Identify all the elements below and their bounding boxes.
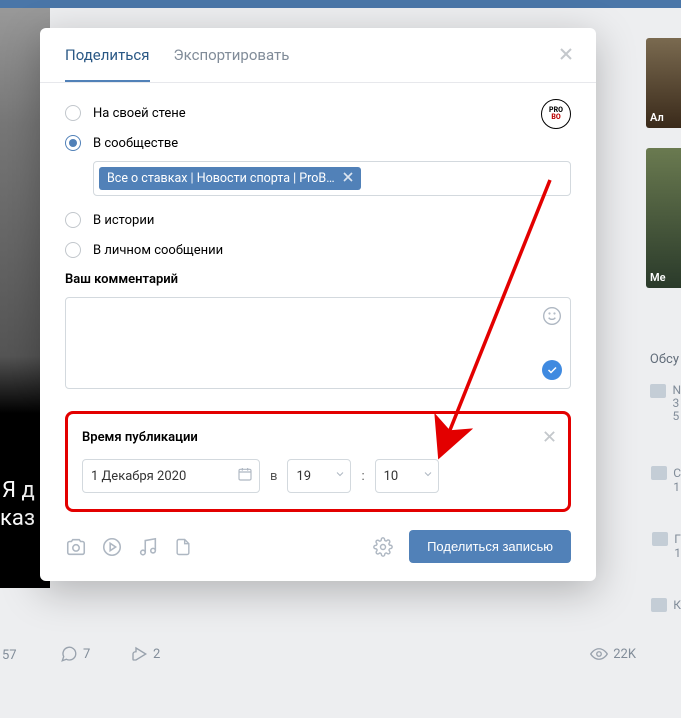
discussions-label: Обсу xyxy=(650,352,679,367)
video-icon[interactable] xyxy=(101,536,123,558)
schedule-row: 1 Декабря 2020 в 19 : 10 xyxy=(82,459,554,493)
tab-export[interactable]: Экспортировать xyxy=(174,46,290,82)
chip-remove-icon[interactable] xyxy=(343,171,353,186)
schedule-section: Время публикации 1 Декабря 2020 в 19 xyxy=(65,411,571,512)
modal-body: На своей стене PRO BO В сообществе Все о… xyxy=(40,82,596,581)
radio-icon xyxy=(65,242,81,258)
attach-icons xyxy=(65,536,193,558)
comment-label: Ваш комментарий xyxy=(65,272,571,287)
side-comment-4: К xyxy=(651,598,681,612)
chip-label: Все о ставках | Новости спорта | ProB… xyxy=(107,171,335,186)
radio-label: В сообществе xyxy=(93,136,178,151)
verified-check-icon[interactable] xyxy=(542,360,562,380)
friend-thumb-1: Ал xyxy=(646,38,681,128)
gear-icon[interactable] xyxy=(373,537,393,557)
camera-icon[interactable] xyxy=(65,536,87,558)
comment-input[interactable] xyxy=(65,297,571,389)
radio-icon xyxy=(65,135,81,151)
bg-text-2: каз xyxy=(0,506,35,531)
side-comment-1: N35 xyxy=(650,384,681,423)
radio-icon xyxy=(65,212,81,228)
chevron-down-icon xyxy=(334,468,346,484)
emoji-icon[interactable] xyxy=(542,306,562,330)
chevron-down-icon xyxy=(422,468,434,484)
share-modal: Поделиться Экспортировать На своей стене… xyxy=(40,28,596,581)
close-button[interactable] xyxy=(556,44,576,64)
share-submit-button[interactable]: Поделиться записью xyxy=(409,530,571,563)
minute-value: 10 xyxy=(384,469,399,484)
date-value: 1 Декабря 2020 xyxy=(91,469,186,484)
bg-views: 22K xyxy=(590,645,636,663)
music-icon[interactable] xyxy=(137,536,159,558)
community-avatar: PRO BO xyxy=(541,99,571,129)
radio-label: На своей стене xyxy=(93,106,186,121)
community-select[interactable]: Все о ставках | Новости спорта | ProB… xyxy=(93,161,571,196)
friend-thumb-2: Me xyxy=(646,148,681,288)
date-field[interactable]: 1 Декабря 2020 xyxy=(82,459,260,493)
radio-in-message[interactable]: В личном сообщении xyxy=(65,242,571,258)
modal-footer: Поделиться записью xyxy=(65,530,571,563)
side-comment-3: Г1 xyxy=(652,532,681,560)
document-icon[interactable] xyxy=(173,536,193,558)
bg-comments: 7 xyxy=(60,645,90,663)
radio-label: В истории xyxy=(93,213,154,228)
schedule-remove-icon[interactable] xyxy=(543,428,556,447)
bg-shares: 2 xyxy=(130,645,160,663)
side-comment-2: С1 xyxy=(651,466,681,494)
hour-value: 19 xyxy=(296,469,311,484)
radio-in-story[interactable]: В истории xyxy=(65,212,571,228)
minute-select[interactable]: 10 xyxy=(375,459,439,493)
colon-label: : xyxy=(361,469,364,484)
schedule-title: Время публикации xyxy=(82,430,554,445)
calendar-icon xyxy=(237,466,253,486)
hour-select[interactable]: 19 xyxy=(287,459,351,493)
radio-label: В личном сообщении xyxy=(93,243,223,258)
community-chip: Все о ставках | Новости спорта | ProB… xyxy=(99,167,361,190)
radio-on-wall[interactable]: На своей стене PRO BO xyxy=(65,105,571,121)
at-label: в xyxy=(270,469,277,484)
tab-share[interactable]: Поделиться xyxy=(65,46,150,82)
bg-likes: 57 xyxy=(2,648,17,663)
bg-text-1: Я д xyxy=(2,478,35,503)
radio-in-community[interactable]: В сообществе xyxy=(65,135,571,151)
modal-tabs: Поделиться Экспортировать xyxy=(40,28,596,82)
radio-icon xyxy=(65,105,81,121)
